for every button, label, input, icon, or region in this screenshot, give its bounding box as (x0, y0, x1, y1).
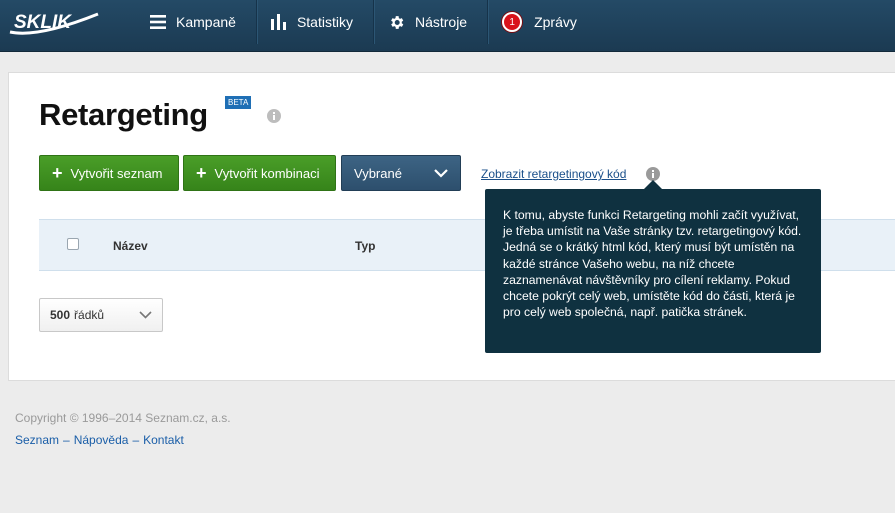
sklik-logo[interactable]: SKLIK (8, 8, 102, 38)
bar-chart-icon (270, 14, 287, 30)
chevron-down-icon (139, 308, 152, 322)
nav-item-nastroje[interactable]: Nástroje (374, 0, 489, 44)
create-list-button[interactable]: + Vytvořit seznam (39, 155, 179, 191)
nav-label: Zprávy (534, 14, 577, 30)
show-retargeting-code-link[interactable]: Zobrazit retargetingový kód (481, 167, 626, 181)
footer-link-kontakt[interactable]: Kontakt (143, 433, 184, 447)
plus-icon: + (196, 163, 207, 183)
footer-copyright: Copyright © 1996–2014 Seznam.cz, a.s. (15, 411, 231, 425)
rows-per-page-select[interactable]: 500 řádků (39, 298, 163, 332)
column-header-typ[interactable]: Typ (355, 239, 375, 253)
rows-value: 500 (50, 308, 71, 322)
button-label: Vytvořit seznam (70, 165, 163, 181)
nav-item-statistiky[interactable]: Statistiky (257, 0, 374, 44)
dropdown-label: Vybrané (354, 165, 402, 181)
page-title: Retargeting (39, 97, 208, 132)
info-icon[interactable] (267, 109, 281, 126)
nav-item-kampane[interactable]: Kampaně (136, 0, 257, 44)
chevron-down-icon (434, 166, 448, 181)
gear-icon (388, 14, 405, 31)
footer-separator: – (132, 433, 140, 447)
retargeting-code-tooltip: K tomu, abyste funkci Retargeting mohli … (485, 189, 821, 353)
footer-link-napoveda[interactable]: Nápověda (74, 433, 129, 447)
plus-icon: + (52, 163, 63, 183)
button-label: Vytvořit kombinaci (214, 165, 320, 181)
nav-label: Kampaně (176, 14, 236, 30)
footer-separator: – (63, 433, 70, 447)
column-header-nazev[interactable]: Název (113, 239, 148, 253)
footer-links: Seznam – Nápověda – Kontakt (15, 433, 184, 447)
top-navigation-bar: SKLIK Kampaně Statistiky Nástroje 1 Zprá… (0, 0, 895, 52)
footer-link-seznam[interactable]: Seznam (15, 433, 59, 447)
svg-text:SKLIK: SKLIK (14, 12, 72, 33)
beta-badge: BETA (225, 96, 252, 109)
create-combination-button[interactable]: + Vytvořit kombinaci (183, 155, 336, 191)
main-nav: Kampaně Statistiky Nástroje 1 Zprávy (136, 0, 597, 44)
selected-dropdown[interactable]: Vybrané (341, 155, 461, 191)
nav-item-zpravy[interactable]: 1 Zprávy (488, 0, 597, 44)
nav-label: Nástroje (414, 14, 468, 30)
message-count-badge: 1 (502, 12, 523, 32)
hamburger-icon (150, 15, 166, 29)
nav-label: Statistiky (296, 14, 353, 30)
tooltip-arrow (644, 180, 662, 189)
select-all-checkbox[interactable] (67, 238, 79, 250)
rows-unit: řádků (74, 308, 105, 322)
